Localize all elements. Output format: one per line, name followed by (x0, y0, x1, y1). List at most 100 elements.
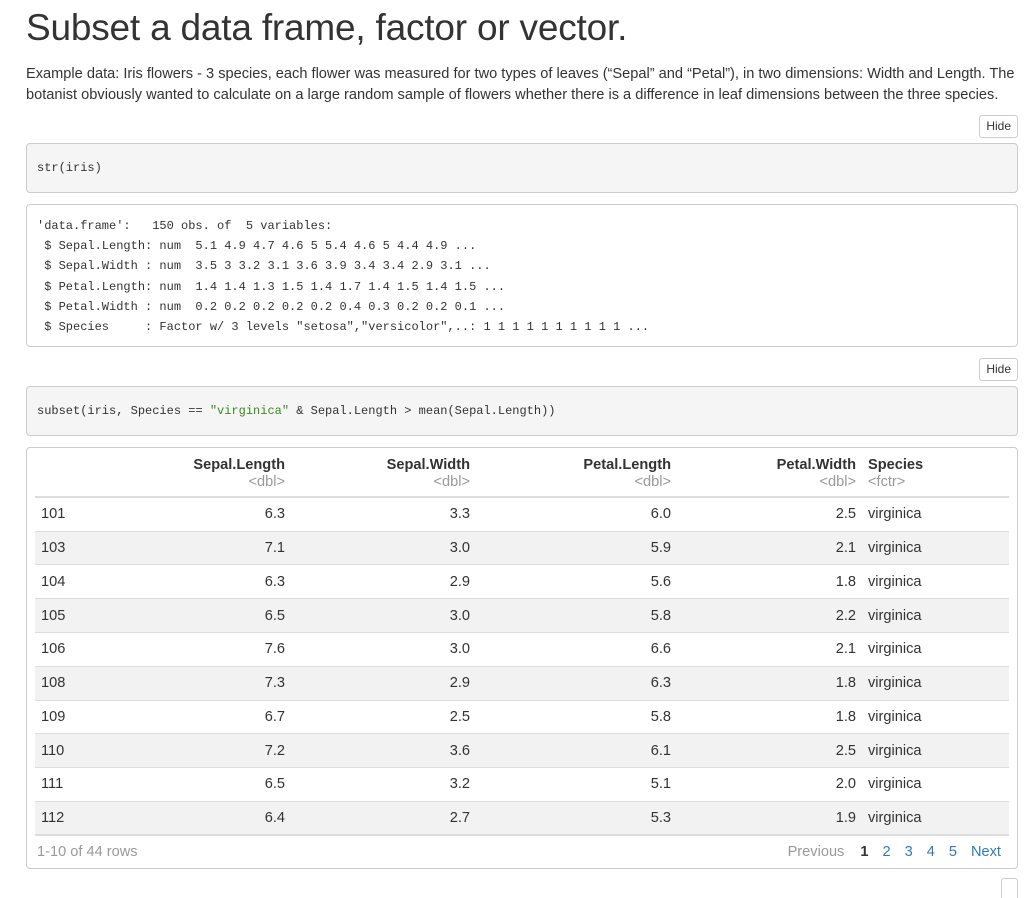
table-cell: 2.9 (291, 564, 476, 600)
table-cell: 6.5 (145, 598, 291, 633)
previous-page-button[interactable]: Previous (781, 844, 854, 860)
row-name-cell: 103 (35, 531, 145, 566)
table-cell: 6.0 (476, 497, 677, 532)
hide-code-button[interactable]: . (1000, 878, 1018, 898)
code-string-literal: "virginica" (209, 404, 290, 419)
hide-code-button[interactable]: Hide (979, 115, 1018, 138)
column-type: <dbl> (819, 474, 856, 491)
page-title: Subset a data frame, factor or vector. (26, 7, 628, 48)
table-footer: 1-10 of 44 rows Previous 1 2 3 4 5 Next (35, 836, 1009, 868)
table-cell: 2.5 (677, 497, 862, 532)
table-cell: 2.1 (677, 632, 862, 667)
next-page-button[interactable]: Next (964, 844, 1007, 860)
column-type: <dbl> (433, 474, 470, 491)
row-name-cell: 110 (35, 733, 145, 769)
intro-paragraph: Example data: Iris flowers - 3 species, … (26, 66, 1015, 103)
table-cell: 6.6 (476, 632, 677, 667)
chunk-3-toolbar: . (26, 878, 1018, 898)
row-name-cell: 101 (35, 497, 145, 532)
table-cell: 3.0 (291, 598, 476, 633)
table-cell: virginica (862, 767, 1009, 802)
column-header: Sepal.Length <dbl> (145, 448, 291, 497)
column-header: Petal.Length <dbl> (476, 448, 677, 497)
table-cell: 2.5 (291, 700, 476, 735)
table-cell: 6.7 (145, 700, 291, 735)
page-3-button[interactable]: 3 (898, 844, 920, 860)
table-cell: 3.2 (291, 767, 476, 802)
table-cell: 1.8 (677, 666, 862, 701)
table-row: 108 7.3 2.9 6.3 1.8 virginica (35, 666, 1009, 701)
row-name-cell: 111 (35, 767, 145, 802)
table-cell: 7.1 (145, 531, 291, 566)
row-name-header (35, 448, 145, 497)
table-header-row: Sepal.Length <dbl> Sepal.Width <dbl> Petal.L… (35, 448, 1009, 498)
column-header: Petal.Width <dbl> (677, 448, 862, 497)
table-cell: 7.6 (145, 632, 291, 667)
table-cell: 2.7 (291, 801, 476, 837)
code-chunk-str: str(iris) (26, 143, 1018, 193)
table-cell: 5.8 (476, 598, 677, 633)
rows-info: 1-10 of 44 rows (37, 844, 138, 861)
table-cell: 6.4 (145, 801, 291, 837)
table-cell: 7.2 (145, 733, 291, 769)
column-name: Sepal.Length (193, 457, 285, 474)
table-cell: 5.3 (476, 801, 677, 837)
column-type: <dbl> (634, 474, 671, 491)
row-name-cell: 106 (35, 632, 145, 667)
table-cell: 6.3 (476, 666, 677, 701)
page-5-button[interactable]: 5 (942, 844, 964, 860)
table-row: 110 7.2 3.6 6.1 2.5 virginica (35, 733, 1009, 769)
table-row: 105 6.5 3.0 5.8 2.2 virginica (35, 598, 1009, 633)
column-header: Sepal.Width <dbl> (291, 448, 476, 497)
table-cell: 5.6 (476, 564, 677, 600)
table-cell: 6.1 (476, 733, 677, 769)
column-type: <fctr> (868, 474, 906, 491)
table-cell: virginica (862, 801, 1009, 837)
table-cell: virginica (862, 531, 1009, 566)
row-name-cell: 104 (35, 564, 145, 600)
column-name: Petal.Length (583, 457, 671, 474)
table-row: 103 7.1 3.0 5.9 2.1 virginica (35, 531, 1009, 566)
table-row: 109 6.7 2.5 5.8 1.8 virginica (35, 700, 1009, 735)
table-body: 101 6.3 3.3 6.0 2.5 virginica 103 7.1 3.0 5.9 2.1 v… (35, 497, 1009, 837)
code-chunk-subset: subset(iris, Species == "virginica" & Se… (26, 386, 1018, 437)
table-cell: 5.1 (476, 767, 677, 802)
pagination: Previous 1 2 3 4 5 Next (781, 844, 1007, 860)
table-cell: 2.1 (677, 531, 862, 566)
page-1-button[interactable]: 1 (853, 844, 875, 860)
page-2-button[interactable]: 2 (875, 844, 897, 860)
row-name-cell: 109 (35, 700, 145, 735)
column-name: Species (868, 457, 924, 474)
table-cell: virginica (862, 632, 1009, 667)
data-table: Sepal.Length <dbl> Sepal.Width <dbl> Petal.L… (35, 448, 1009, 837)
hide-code-button[interactable]: Hide (979, 358, 1018, 382)
table-row: 104 6.3 2.9 5.6 1.8 virginica (35, 564, 1009, 600)
table-cell: 3.0 (291, 531, 476, 566)
table-cell: 6.3 (145, 497, 291, 532)
output-str: 'data.frame': 150 obs. of 5 variables: $… (26, 204, 1018, 348)
chunk-2-toolbar: Hide (26, 358, 1018, 382)
table-cell: 2.5 (677, 733, 862, 769)
table-cell: 2.2 (677, 598, 862, 633)
table-cell: 5.8 (476, 700, 677, 735)
table-row: 112 6.4 2.7 5.3 1.9 virginica (35, 801, 1009, 837)
table-cell: 3.3 (291, 497, 476, 532)
row-name-cell: 105 (35, 598, 145, 633)
column-name: Petal.Width (776, 457, 856, 474)
table-cell: 2.0 (677, 767, 862, 802)
table-cell: virginica (862, 598, 1009, 633)
column-header: Species <fctr> (862, 448, 1009, 497)
table-cell: virginica (862, 497, 1009, 532)
table-cell: 5.9 (476, 531, 677, 566)
column-type: <dbl> (248, 474, 285, 491)
row-name-cell: 108 (35, 666, 145, 701)
code-text: & Sepal.Length > mean(Sepal.Length)) (289, 404, 556, 419)
paged-table: Sepal.Length <dbl> Sepal.Width <dbl> Petal.L… (26, 447, 1018, 870)
table-cell: virginica (862, 733, 1009, 769)
page-4-button[interactable]: 4 (920, 844, 942, 860)
table-row: 106 7.6 3.0 6.6 2.1 virginica (35, 632, 1009, 667)
column-type (41, 472, 139, 496)
table-cell: 7.3 (145, 666, 291, 701)
table-cell: 1.9 (677, 801, 862, 837)
table-cell: virginica (862, 700, 1009, 735)
